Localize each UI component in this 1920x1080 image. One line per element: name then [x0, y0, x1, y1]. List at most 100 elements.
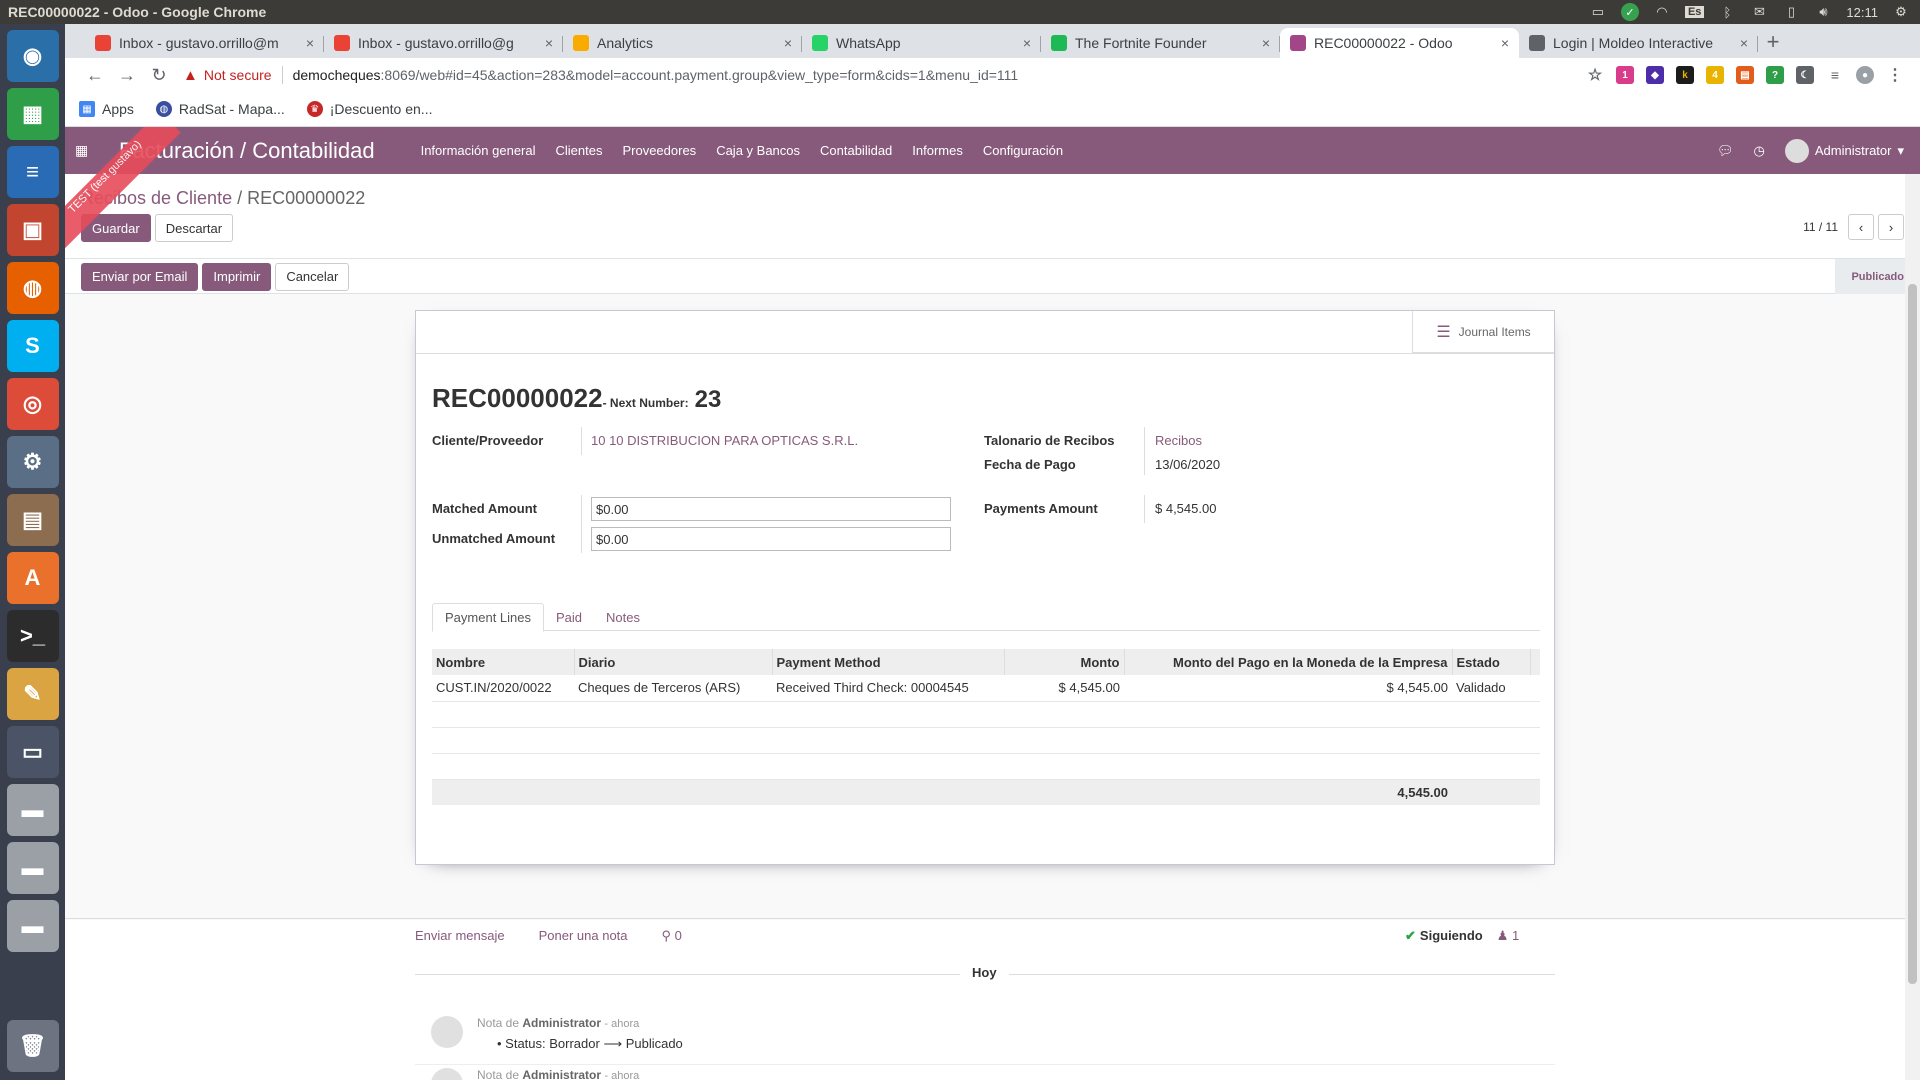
tab-close-icon[interactable]: × — [545, 35, 553, 51]
drive-2-icon[interactable]: ▬ — [6, 842, 59, 894]
address-bar[interactable]: ▲ Not secure democheques:8069/web#id=45&… — [183, 66, 1443, 84]
firefox-icon[interactable]: ◍ — [6, 262, 59, 314]
discard-button[interactable]: Descartar — [154, 214, 234, 242]
scrollbar-thumb[interactable] — [1908, 284, 1917, 984]
extension-2-icon[interactable]: ◆ — [1646, 66, 1664, 84]
reload-icon[interactable]: ↻ — [143, 65, 175, 86]
extension-moon-icon[interactable]: ☾ — [1796, 66, 1814, 84]
col-monto-empresa[interactable]: Monto del Pago en la Moneda de la Empres… — [1124, 649, 1453, 675]
discuss-chat-icon[interactable]: 💬︎ — [1717, 143, 1734, 159]
tab-notes[interactable]: Notes — [594, 603, 652, 632]
message-author[interactable]: Administrator — [522, 1016, 601, 1030]
following-button[interactable]: ✔ Siguiendo — [1405, 928, 1483, 944]
ubuntu-dash-icon[interactable]: ◉ — [6, 30, 59, 82]
col-monto[interactable]: Monto — [1004, 649, 1125, 675]
volume-icon[interactable]: 🔊︎ — [1814, 4, 1832, 19]
pager-value[interactable]: 11 / 11 — [1803, 220, 1838, 234]
col-estado[interactable]: Estado — [1452, 649, 1531, 675]
col-diario[interactable]: Diario — [574, 649, 773, 675]
bookmark-descuento[interactable]: ♛ ¡Descuento en... — [306, 101, 432, 117]
back-arrow-icon[interactable]: ← — [79, 65, 111, 86]
author-avatar[interactable] — [431, 1016, 463, 1048]
media-queue-icon[interactable]: ≡ — [1826, 66, 1844, 84]
apps-menu-icon[interactable]: ▦ — [75, 142, 99, 159]
keyboard-layout-indicator[interactable]: Es — [1684, 6, 1705, 18]
browser-tab[interactable]: WhatsApp × — [802, 28, 1041, 58]
cancel-button[interactable]: Cancelar — [275, 262, 350, 291]
table-row[interactable]: CUST.IN/2020/0022 Cheques de Terceros (A… — [432, 675, 1540, 702]
text-editor-icon[interactable]: ✎ — [6, 668, 59, 720]
extension-k-icon[interactable]: k — [1676, 66, 1694, 84]
new-tab-button[interactable]: + — [1758, 28, 1788, 58]
col-nombre[interactable]: Nombre — [432, 649, 575, 675]
bookmark-apps[interactable]: ▦ Apps — [79, 101, 134, 117]
wifi-icon[interactable]: ◠ — [1653, 4, 1671, 19]
drive-1-icon[interactable]: ▬ — [6, 784, 59, 836]
battery-level-icon[interactable]: ▯ — [1782, 4, 1800, 19]
files-icon[interactable]: ▤ — [6, 494, 59, 546]
send-email-button[interactable]: Enviar por Email — [81, 262, 199, 291]
browser-tab[interactable]: Inbox - gustavo.orrillo@m × — [85, 28, 324, 58]
spreadsheet-app-icon[interactable]: ▦ — [6, 88, 59, 140]
profile-avatar-icon[interactable]: ● — [1856, 66, 1874, 84]
mail-icon[interactable]: ✉ — [1750, 4, 1768, 19]
extension-check-icon[interactable]: ? — [1766, 66, 1784, 84]
extension-1-icon[interactable]: 1 — [1616, 66, 1634, 84]
software-center-icon[interactable]: A — [6, 552, 59, 604]
tab-close-icon[interactable]: × — [306, 35, 314, 51]
payment-date-value[interactable]: 13/06/2020 — [1155, 457, 1220, 472]
extension-4-icon[interactable]: 4 — [1706, 66, 1724, 84]
receiptbook-link[interactable]: Recibos — [1155, 433, 1202, 448]
writer-app-icon[interactable]: ≡ — [6, 146, 59, 198]
chrome-icon[interactable]: ◎ — [6, 378, 59, 430]
message-author[interactable]: Administrator — [522, 1068, 601, 1080]
bookmark-star-icon[interactable]: ☆ — [1586, 66, 1604, 84]
matched-amount-input[interactable]: $0.00 — [591, 497, 951, 521]
unmatched-amount-input[interactable]: $0.00 — [591, 527, 951, 551]
activity-clock-icon[interactable]: ◷ — [1754, 143, 1765, 159]
extension-off-icon[interactable]: ▤ — [1736, 66, 1754, 84]
trash-icon[interactable]: 🗑︎ — [6, 1020, 59, 1072]
tab-close-icon[interactable]: × — [1501, 35, 1509, 51]
tab-close-icon[interactable]: × — [784, 35, 792, 51]
pager-next-icon[interactable]: › — [1878, 214, 1904, 240]
browser-tab[interactable]: Login | Moldeo Interactive × — [1519, 28, 1758, 58]
menu-informes[interactable]: Informes — [912, 143, 963, 158]
bluetooth-icon[interactable]: ᛒ — [1718, 5, 1736, 20]
author-avatar[interactable] — [431, 1068, 463, 1080]
user-menu[interactable]: Administrator ▾ — [1784, 138, 1904, 163]
print-button[interactable]: Imprimir — [202, 262, 272, 291]
menu-clientes[interactable]: Clientes — [556, 143, 603, 158]
tab-close-icon[interactable]: × — [1262, 35, 1270, 51]
menu-configuracion[interactable]: Configuración — [983, 143, 1063, 158]
tab-payment-lines[interactable]: Payment Lines — [432, 603, 544, 632]
tab-close-icon[interactable]: × — [1023, 35, 1031, 51]
partner-link[interactable]: 10 10 DISTRIBUCION PARA OPTICAS S.R.L. — [591, 433, 858, 448]
menu-informacion-general[interactable]: Información general — [421, 143, 536, 158]
clock[interactable]: 12:11 — [1846, 5, 1878, 20]
browser-tab[interactable]: Inbox - gustavo.orrillo@g × — [324, 28, 563, 58]
menu-caja-y-bancos[interactable]: Caja y Bancos — [716, 143, 800, 158]
bookmark-radsat[interactable]: ◍ RadSat - Mapa... — [155, 101, 285, 117]
pager-previous-icon[interactable]: ‹ — [1848, 214, 1874, 240]
workspaces-icon[interactable]: ▭ — [6, 726, 59, 778]
terminal-icon[interactable]: >_ — [6, 610, 59, 662]
tab-close-icon[interactable]: × — [1740, 35, 1748, 51]
drive-3-icon[interactable]: ▬ — [6, 900, 59, 952]
browser-tab[interactable]: Analytics × — [563, 28, 802, 58]
impress-app-icon[interactable]: ▣ — [6, 204, 59, 256]
browser-tab[interactable]: REC00000022 - Odoo × — [1280, 28, 1519, 58]
attachments-button[interactable]: ⚲ 0 — [662, 928, 682, 944]
browser-menu-icon[interactable]: ⋮ — [1886, 66, 1904, 84]
battery-icon[interactable]: ▭ — [1589, 4, 1607, 19]
col-payment-method[interactable]: Payment Method — [772, 649, 1005, 675]
journal-items-button[interactable]: ☰ Journal Items — [1412, 311, 1554, 353]
followers-button[interactable]: ♟ 1 — [1497, 928, 1520, 944]
browser-tab[interactable]: The Fortnite Founder × — [1041, 28, 1280, 58]
menu-contabilidad[interactable]: Contabilidad — [820, 143, 892, 158]
forward-arrow-icon[interactable]: → — [111, 65, 143, 86]
menu-proveedores[interactable]: Proveedores — [622, 143, 696, 158]
page-scrollbar[interactable] — [1905, 174, 1920, 1080]
system-tools-icon[interactable]: ⚙ — [6, 436, 59, 488]
settings-gear-icon[interactable]: ⚙ — [1892, 4, 1910, 19]
